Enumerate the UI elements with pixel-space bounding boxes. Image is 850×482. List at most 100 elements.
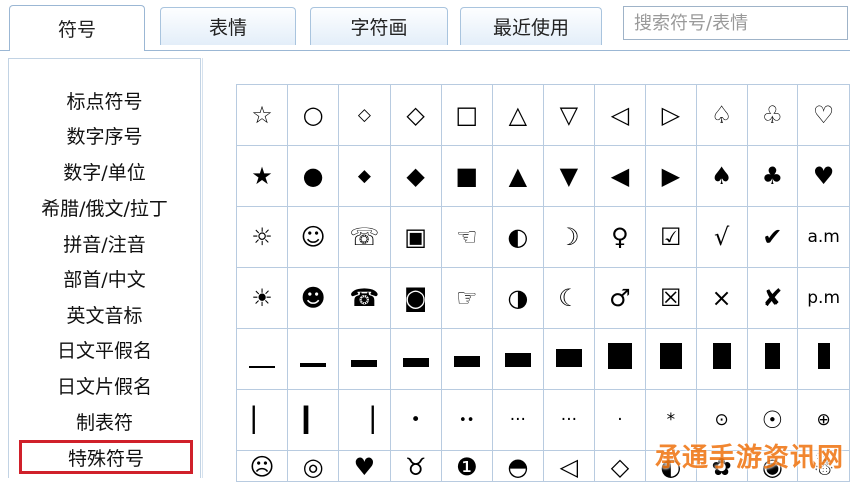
- symbol-cell[interactable]: ◁: [542, 450, 595, 482]
- symbol-cell[interactable]: [440, 328, 493, 390]
- symbol-cell[interactable]: ☎: [338, 267, 391, 329]
- category-item-special-symbols[interactable]: 特殊符号: [19, 440, 193, 474]
- symbol-cell[interactable]: ☜: [440, 206, 493, 268]
- symbol-cell[interactable]: ☏: [338, 206, 391, 268]
- symbol-cell[interactable]: [542, 328, 595, 390]
- symbol-cell[interactable]: ▕: [338, 389, 391, 451]
- symbol-cell[interactable]: a.m: [797, 206, 850, 268]
- symbol-cell[interactable]: ◆: [389, 145, 442, 207]
- symbol-cell[interactable]: •: [389, 389, 442, 451]
- search-box[interactable]: [623, 6, 848, 40]
- symbol-cell[interactable]: ♤: [695, 84, 748, 146]
- symbol-cell[interactable]: ☻: [287, 267, 340, 329]
- symbol-cell[interactable]: ×: [695, 267, 748, 329]
- symbol-cell[interactable]: ••: [440, 389, 493, 451]
- symbol-cell[interactable]: ♉: [389, 450, 442, 482]
- symbol-cell[interactable]: ✘: [746, 267, 799, 329]
- symbol-cell[interactable]: ❶: [440, 450, 493, 482]
- symbol-cell[interactable]: ☽: [542, 206, 595, 268]
- category-sidebar: 标点符号 数字序号 数字/单位 希腊/俄文/拉丁 拼音/注音 部首/中文 英文音…: [8, 58, 201, 478]
- symbol-cell[interactable]: [287, 328, 340, 390]
- symbol-cell[interactable]: ♡: [797, 84, 850, 146]
- symbol-cell[interactable]: [797, 328, 850, 390]
- symbol-cell[interactable]: [593, 328, 646, 390]
- symbol-cell[interactable]: p.m: [797, 267, 850, 329]
- symbol-cell[interactable]: ○: [287, 84, 340, 146]
- symbol-cell[interactable]: ◎: [287, 450, 340, 482]
- symbol-cell[interactable]: ♧: [746, 84, 799, 146]
- symbol-cell[interactable]: ···: [542, 389, 595, 451]
- symbol-cell[interactable]: ●: [287, 145, 340, 207]
- symbol-cell[interactable]: ☹: [235, 450, 289, 482]
- symbol-cell[interactable]: ☞: [440, 267, 493, 329]
- top-bar: 符号 表情 字符画 最近使用: [0, 0, 850, 51]
- grid-row: ☀ ☻ ☎ ◙ ☞ ◑ ☾ ♂ ☒ × ✘ p.m: [235, 267, 850, 329]
- symbol-cell[interactable]: [746, 328, 799, 390]
- symbol-cell[interactable]: ♀: [593, 206, 646, 268]
- symbol-cell[interactable]: ☀: [235, 267, 289, 329]
- symbol-cell[interactable]: ◐: [491, 206, 544, 268]
- symbol-cell[interactable]: ☺: [287, 206, 340, 268]
- symbol-cell[interactable]: ✔: [746, 206, 799, 268]
- symbol-cell[interactable]: ◑: [491, 267, 544, 329]
- symbol-cell[interactable]: ◇: [389, 84, 442, 146]
- symbol-cell[interactable]: ☆: [235, 84, 289, 146]
- symbol-cell[interactable]: ☼: [235, 206, 289, 268]
- symbol-cell[interactable]: ♣: [746, 145, 799, 207]
- symbol-cell[interactable]: ■: [440, 145, 493, 207]
- symbol-cell[interactable]: ◙: [389, 267, 442, 329]
- symbol-cell[interactable]: ◇: [593, 450, 646, 482]
- symbol-cell[interactable]: ▶: [644, 145, 697, 207]
- symbol-cell[interactable]: [389, 328, 442, 390]
- symbol-cell[interactable]: ▷: [644, 84, 697, 146]
- tab-emoticons[interactable]: 表情: [160, 7, 296, 45]
- category-item-punctuation[interactable]: 标点符号: [9, 83, 200, 117]
- symbol-cell[interactable]: ▲: [491, 145, 544, 207]
- symbol-cell[interactable]: ▎: [287, 389, 340, 451]
- category-item-greek-russian-latin[interactable]: 希腊/俄文/拉丁: [9, 190, 200, 224]
- symbol-cell[interactable]: ·: [593, 389, 646, 451]
- symbol-cell[interactable]: √: [695, 206, 748, 268]
- symbol-cell[interactable]: [644, 328, 697, 390]
- category-item-english-phonetic[interactable]: 英文音标: [9, 297, 200, 331]
- lower-block-bar: [249, 366, 276, 368]
- category-item-box-drawing[interactable]: 制表符: [9, 404, 200, 438]
- symbol-cell[interactable]: ◀: [593, 145, 646, 207]
- symbol-cell[interactable]: ♂: [593, 267, 646, 329]
- symbol-cell[interactable]: ◆: [338, 145, 391, 207]
- symbol-cell[interactable]: [695, 328, 748, 390]
- tab-ascii-art[interactable]: 字符画: [310, 7, 448, 45]
- symbol-cell[interactable]: ▽: [542, 84, 595, 146]
- symbol-cell[interactable]: ♥: [338, 450, 391, 482]
- symbol-cell[interactable]: ♥: [797, 145, 850, 207]
- tab-recent[interactable]: 最近使用: [460, 7, 602, 45]
- category-item-pinyin-zhuyin[interactable]: 拼音/注音: [9, 226, 200, 260]
- symbol-cell[interactable]: ☑: [644, 206, 697, 268]
- grid-row: ☆ ○ ◇ ◇ □ △ ▽ ◁ ▷ ♤ ♧ ♡: [235, 84, 850, 146]
- left-block-bar: [764, 343, 780, 369]
- search-input[interactable]: [624, 7, 847, 39]
- symbol-cell[interactable]: [491, 328, 544, 390]
- tab-symbols[interactable]: 符号: [9, 5, 145, 51]
- symbol-cell[interactable]: ♠: [695, 145, 748, 207]
- symbol-cell[interactable]: ◇: [338, 84, 391, 146]
- symbol-cell[interactable]: ▏: [235, 389, 289, 451]
- symbol-cell[interactable]: ◁: [593, 84, 646, 146]
- symbol-cell[interactable]: ☾: [542, 267, 595, 329]
- category-item-katakana[interactable]: 日文片假名: [9, 368, 200, 402]
- symbol-cell[interactable]: ★: [235, 145, 289, 207]
- symbol-cell[interactable]: □: [440, 84, 493, 146]
- symbol-cell[interactable]: △: [491, 84, 544, 146]
- symbol-cell[interactable]: ▼: [542, 145, 595, 207]
- symbol-cell[interactable]: ···: [491, 389, 544, 451]
- symbol-cell[interactable]: ◓: [491, 450, 544, 482]
- symbol-cell[interactable]: ☒: [644, 267, 697, 329]
- left-block-bar: [659, 343, 682, 369]
- symbol-cell[interactable]: [235, 328, 289, 390]
- symbol-cell[interactable]: ▣: [389, 206, 442, 268]
- category-item-number-unit[interactable]: 数字/单位: [9, 154, 200, 188]
- category-item-hiragana[interactable]: 日文平假名: [9, 332, 200, 366]
- category-item-radical-chinese[interactable]: 部首/中文: [9, 261, 200, 295]
- symbol-cell[interactable]: [338, 328, 391, 390]
- category-item-number-sequence[interactable]: 数字序号: [9, 118, 200, 152]
